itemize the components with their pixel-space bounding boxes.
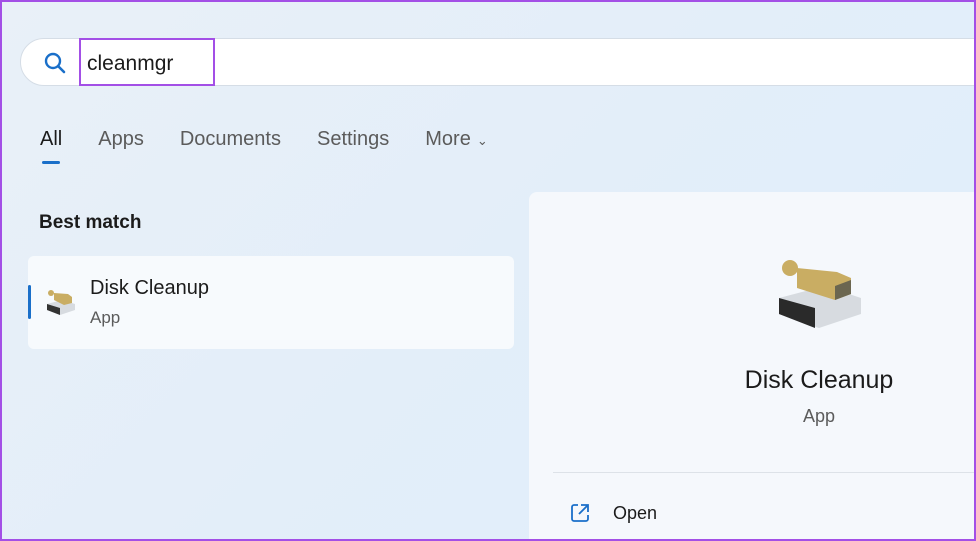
tab-all[interactable]: All (40, 128, 62, 164)
search-bar[interactable]: cleanmgr (20, 38, 974, 86)
tab-more[interactable]: More ⌄ (425, 128, 487, 151)
tab-more-label: More (425, 128, 471, 150)
start-search-window: cleanmgr All Apps Documents Settings Mor… (0, 0, 976, 541)
tab-apps[interactable]: Apps (98, 128, 144, 151)
best-match-result[interactable]: Disk Cleanup App (28, 256, 514, 349)
chevron-down-icon: ⌄ (476, 133, 488, 148)
detail-app-name: Disk Cleanup (744, 366, 894, 394)
result-name: Disk Cleanup (90, 277, 209, 299)
detail-pane: Disk Cleanup App Open (529, 192, 974, 539)
search-icon (43, 51, 67, 80)
detail-app-type: App (802, 406, 836, 426)
filter-tabs: All Apps Documents Settings More ⌄ (40, 128, 524, 164)
tab-settings[interactable]: Settings (317, 128, 389, 151)
tab-documents[interactable]: Documents (180, 128, 281, 151)
search-input[interactable]: cleanmgr (79, 38, 215, 86)
best-match-heading: Best match (39, 212, 142, 233)
divider (553, 472, 974, 473)
open-action[interactable]: Open (569, 502, 657, 524)
open-label: Open (613, 502, 658, 523)
open-external-icon (571, 504, 589, 522)
disk-cleanup-large-icon (775, 258, 865, 333)
result-type: App (90, 308, 121, 327)
selection-indicator (28, 285, 31, 319)
disk-cleanup-icon (44, 288, 78, 321)
